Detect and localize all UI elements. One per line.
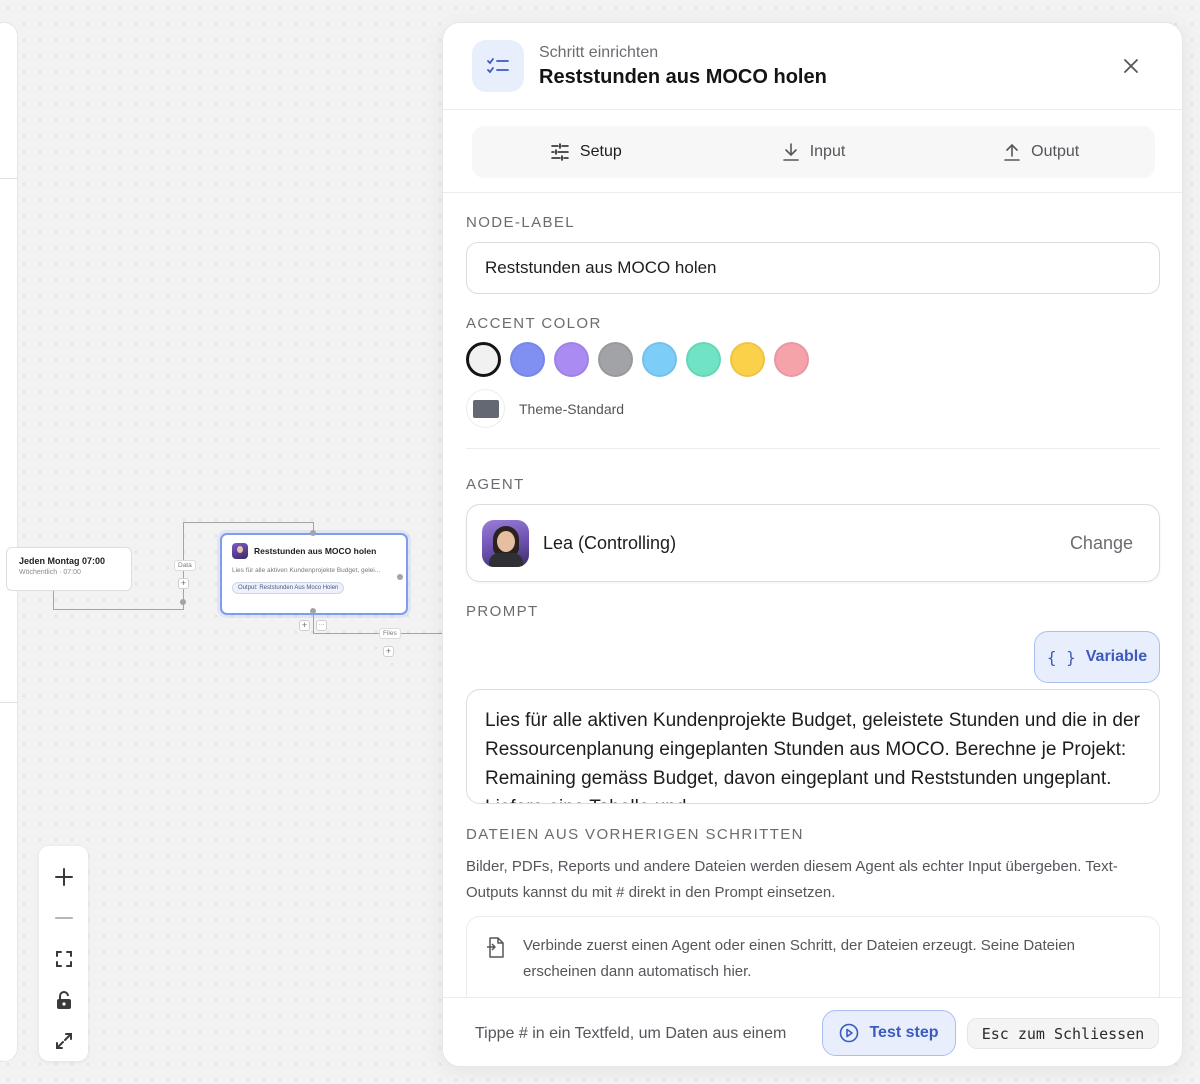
lock-icon	[56, 990, 71, 1009]
accent-swatch[interactable]	[686, 342, 721, 377]
test-step-button[interactable]: Test step	[822, 1010, 956, 1056]
node-output-handle[interactable]	[310, 608, 316, 614]
minus-icon	[54, 916, 73, 919]
edge-line	[313, 615, 314, 633]
download-icon	[782, 143, 799, 161]
checklist-icon	[472, 40, 524, 92]
panel-header: Schritt einrichten Reststunden aus MOCO …	[443, 23, 1182, 110]
agent-node-description: Lies für alle aktiven Kundenprojekte Bud…	[232, 567, 381, 574]
agent-node[interactable]: Reststunden aus MOCO holen Lies für alle…	[220, 533, 408, 615]
edge-label-data: Data	[174, 560, 196, 571]
tab-output[interactable]: Output	[927, 126, 1155, 178]
node-handle[interactable]	[180, 599, 186, 605]
section-divider	[466, 448, 1160, 449]
accent-swatch[interactable]	[598, 342, 633, 377]
add-step-button[interactable]: +	[383, 646, 394, 657]
test-step-label: Test step	[869, 1024, 939, 1041]
agent-heading: AGENT	[466, 476, 525, 493]
trigger-node[interactable]: Jeden Montag 07:00 Wöchentlich · 07:00	[6, 547, 132, 591]
trigger-node-subtitle: Wöchentlich · 07:00	[19, 569, 81, 576]
braces-icon: { }	[1046, 647, 1076, 667]
edge-line	[313, 633, 442, 634]
zoom-in-button[interactable]	[44, 856, 84, 897]
canvas-divider	[0, 178, 18, 179]
agent-selector[interactable]: Lea (Controlling) Change	[466, 504, 1160, 582]
accent-swatch[interactable]	[774, 342, 809, 377]
node-label-heading: NODE-LABEL	[466, 214, 576, 231]
edge-label-files: Files	[379, 628, 401, 639]
change-agent-button[interactable]: Change	[1070, 533, 1133, 554]
tab-setup[interactable]: Setup	[472, 126, 700, 178]
tab-input-label: Input	[809, 143, 846, 160]
theme-default-option[interactable]: Theme-Standard	[466, 389, 624, 428]
panel-title: Reststunden aus MOCO holen	[539, 66, 827, 88]
esc-close-hint[interactable]: Esc zum Schliessen	[967, 1018, 1159, 1049]
variable-button[interactable]: { } Variable	[1034, 631, 1160, 683]
accent-swatches	[466, 342, 809, 377]
add-step-button[interactable]: +	[299, 620, 310, 631]
theme-label: Theme-Standard	[519, 400, 625, 417]
panel-footer: Tippe # in ein Textfeld, um Daten aus ei…	[443, 997, 1182, 1066]
edge-line	[183, 522, 314, 523]
accent-swatch[interactable]	[510, 342, 545, 377]
agent-name: Lea (Controlling)	[543, 532, 677, 553]
more-options-button[interactable]: ···	[316, 620, 327, 631]
close-button[interactable]	[1119, 54, 1143, 78]
prompt-heading: PROMPT	[466, 603, 539, 620]
tab-setup-label: Setup	[579, 143, 622, 160]
files-heading: DATEIEN AUS VORHERIGEN SCHRITTEN	[466, 826, 804, 843]
file-icon	[487, 937, 504, 958]
node-input-handle[interactable]	[310, 530, 316, 536]
accent-swatch[interactable]	[642, 342, 677, 377]
node-side-handle[interactable]	[397, 574, 403, 580]
step-config-panel: Schritt einrichten Reststunden aus MOCO …	[442, 22, 1183, 1067]
canvas-divider	[0, 702, 18, 703]
theme-swatch	[466, 389, 505, 428]
accent-swatch[interactable]	[554, 342, 589, 377]
accent-swatch[interactable]	[730, 342, 765, 377]
accent-swatch[interactable]	[466, 342, 501, 377]
agent-avatar	[232, 543, 248, 559]
close-icon	[1124, 59, 1138, 73]
variable-button-label: Variable	[1085, 648, 1148, 665]
tab-output-label: Output	[1031, 143, 1080, 160]
tab-bar: Setup Input Output	[472, 126, 1155, 178]
agent-node-title: Reststunden aus MOCO holen	[254, 546, 377, 556]
fit-view-button[interactable]	[44, 938, 84, 979]
play-circle-icon	[840, 1023, 859, 1043]
tab-input[interactable]: Input	[700, 126, 928, 178]
node-label-input[interactable]: Reststunden aus MOCO holen	[466, 242, 1160, 294]
panel-subtitle: Schritt einrichten	[539, 44, 659, 61]
plus-icon	[54, 867, 73, 886]
trigger-node-title: Jeden Montag 07:00	[19, 556, 106, 566]
expand-icon	[55, 1032, 72, 1049]
agent-avatar	[482, 519, 529, 567]
zoom-out-button[interactable]	[44, 897, 84, 938]
lock-button[interactable]	[44, 979, 84, 1020]
prompt-textarea[interactable]: Lies für alle aktiven Kundenprojekte Bud…	[466, 689, 1160, 804]
sliders-icon	[551, 143, 569, 161]
footer-hint: Tippe # in ein Textfeld, um Daten aus ei…	[475, 1025, 787, 1042]
add-step-button[interactable]: +	[178, 578, 189, 589]
files-empty-text: Verbinde zuerst einen Agent oder einen S…	[523, 937, 1076, 980]
edge-line	[53, 609, 184, 610]
edge-line	[53, 591, 54, 610]
accent-color-heading: ACCENT COLOR	[466, 315, 602, 332]
upload-icon	[1004, 143, 1020, 161]
files-description: Bilder, PDFs, Reports und andere Dateien…	[466, 858, 1118, 901]
output-chip: Output: Reststunden Aus Moco Holen	[232, 582, 345, 594]
zoom-controls	[39, 846, 88, 1061]
fit-view-icon	[55, 950, 72, 967]
tab-bar-wrapper: Setup Input Output	[443, 110, 1182, 193]
fullscreen-button[interactable]	[44, 1020, 84, 1061]
